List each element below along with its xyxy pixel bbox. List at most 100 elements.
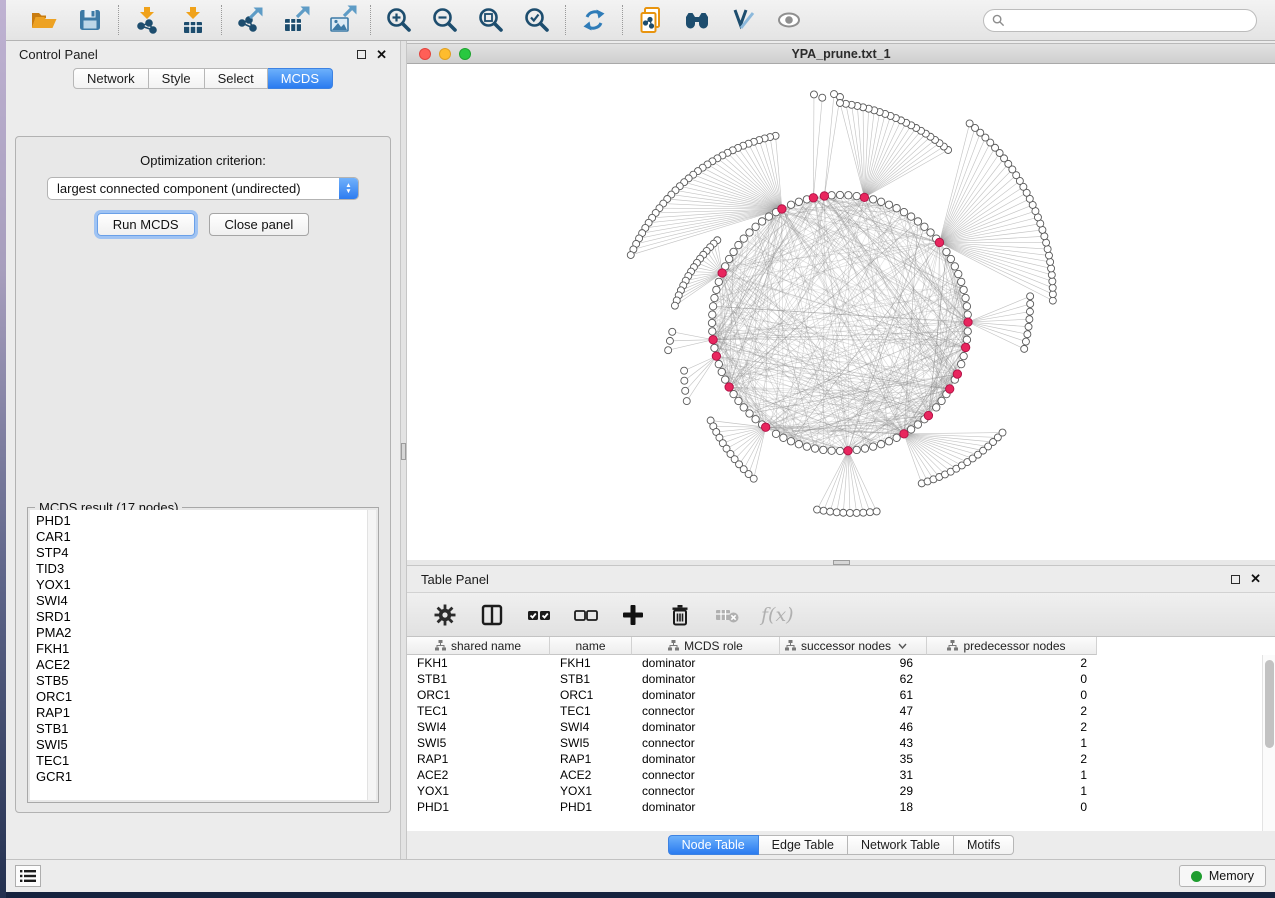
graph-node[interactable] bbox=[964, 311, 971, 318]
graph-node[interactable] bbox=[900, 430, 908, 438]
graph-node[interactable] bbox=[958, 278, 965, 285]
cell-successor-nodes[interactable]: 29 bbox=[780, 783, 927, 799]
graph-node[interactable] bbox=[828, 447, 835, 454]
graph-node[interactable] bbox=[953, 370, 961, 378]
graph-node[interactable] bbox=[666, 337, 673, 344]
cell-name[interactable]: TEC1 bbox=[550, 703, 632, 719]
close-panel-button[interactable]: Close panel bbox=[209, 213, 310, 236]
graph-node[interactable] bbox=[914, 421, 921, 428]
column-header-shared-name[interactable]: shared name bbox=[407, 637, 550, 655]
table-row[interactable]: YOX1YOX1connector291 bbox=[407, 783, 1275, 799]
graph-node[interactable] bbox=[718, 368, 725, 375]
splitter-handle[interactable] bbox=[401, 443, 406, 460]
cell-mcds-role[interactable]: dominator bbox=[632, 751, 780, 767]
mcds-result-item[interactable]: SWI5 bbox=[36, 737, 376, 753]
graph-node[interactable] bbox=[827, 508, 834, 515]
cell-shared-name[interactable]: STB1 bbox=[407, 671, 550, 687]
graph-node[interactable] bbox=[840, 509, 847, 516]
network-from-selection-icon[interactable] bbox=[636, 5, 666, 35]
graph-node[interactable] bbox=[873, 508, 880, 515]
graph-node[interactable] bbox=[730, 248, 737, 255]
tab-network[interactable]: Network bbox=[73, 68, 149, 89]
graphics-details-icon[interactable] bbox=[728, 5, 758, 35]
graph-node[interactable] bbox=[951, 263, 958, 270]
graph-node[interactable] bbox=[709, 336, 717, 344]
graph-node[interactable] bbox=[963, 303, 970, 310]
mcds-result-item[interactable]: STB1 bbox=[36, 721, 376, 737]
cell-name[interactable]: ORC1 bbox=[550, 687, 632, 703]
graph-node[interactable] bbox=[715, 360, 722, 367]
table-row[interactable]: RAP1RAP1dominator352 bbox=[407, 751, 1275, 767]
graph-node[interactable] bbox=[914, 218, 921, 225]
graph-node[interactable] bbox=[927, 229, 934, 236]
graph-node[interactable] bbox=[846, 509, 853, 516]
mcds-result-item[interactable]: STP4 bbox=[36, 545, 376, 561]
mcds-result-item[interactable]: FKH1 bbox=[36, 641, 376, 657]
search-input[interactable] bbox=[983, 9, 1257, 32]
graph-node[interactable] bbox=[924, 411, 932, 419]
graph-node[interactable] bbox=[712, 352, 720, 360]
graph-node[interactable] bbox=[750, 475, 757, 482]
hide-edges-eye-icon[interactable] bbox=[774, 5, 804, 35]
zoom-out-icon[interactable] bbox=[430, 5, 460, 35]
graph-node[interactable] bbox=[946, 385, 954, 393]
run-mcds-button[interactable]: Run MCDS bbox=[97, 213, 195, 236]
graph-node[interactable] bbox=[860, 509, 867, 516]
mcds-result-item[interactable]: CAR1 bbox=[36, 529, 376, 545]
graph-node[interactable] bbox=[836, 191, 843, 198]
graph-node[interactable] bbox=[795, 441, 802, 448]
graph-node[interactable] bbox=[709, 328, 716, 335]
graph-node[interactable] bbox=[772, 430, 779, 437]
delete-column-trash-icon[interactable] bbox=[667, 602, 693, 628]
graph-node[interactable] bbox=[964, 328, 971, 335]
graph-node[interactable] bbox=[837, 100, 844, 107]
splitter-handle[interactable] bbox=[833, 560, 850, 565]
graph-node[interactable] bbox=[1049, 297, 1056, 304]
graph-node[interactable] bbox=[708, 319, 715, 326]
graph-node[interactable] bbox=[866, 509, 873, 516]
graph-node[interactable] bbox=[1045, 252, 1052, 259]
find-neighbors-icon[interactable] bbox=[682, 5, 712, 35]
cell-predecessor-nodes[interactable]: 1 bbox=[927, 735, 1097, 751]
cell-predecessor-nodes[interactable]: 0 bbox=[927, 671, 1097, 687]
cell-successor-nodes[interactable]: 35 bbox=[780, 751, 927, 767]
graph-node[interactable] bbox=[900, 208, 907, 215]
table-row[interactable]: SWI4SWI4dominator462 bbox=[407, 719, 1275, 735]
network-graph[interactable] bbox=[407, 64, 1275, 560]
graph-node[interactable] bbox=[964, 318, 972, 326]
graph-node[interactable] bbox=[1027, 293, 1034, 300]
graph-node[interactable] bbox=[831, 91, 838, 98]
cell-name[interactable]: FKH1 bbox=[550, 655, 632, 671]
refresh-layout-icon[interactable] bbox=[579, 5, 609, 35]
select-all-icon[interactable] bbox=[526, 602, 552, 628]
cell-predecessor-nodes[interactable]: 2 bbox=[927, 655, 1097, 671]
graph-node[interactable] bbox=[860, 193, 868, 201]
cell-shared-name[interactable]: PHD1 bbox=[407, 799, 550, 815]
tab-edge-table[interactable]: Edge Table bbox=[759, 835, 848, 855]
cell-predecessor-nodes[interactable]: 2 bbox=[927, 719, 1097, 735]
graph-node[interactable] bbox=[877, 441, 884, 448]
graph-node[interactable] bbox=[1049, 278, 1056, 285]
graph-node[interactable] bbox=[1027, 300, 1034, 307]
graph-node[interactable] bbox=[935, 238, 943, 246]
graph-node[interactable] bbox=[819, 94, 826, 101]
graph-node[interactable] bbox=[709, 311, 716, 318]
close-panel-icon[interactable]: ✕ bbox=[1250, 574, 1261, 584]
table-row[interactable]: FKH1FKH1dominator962 bbox=[407, 655, 1275, 671]
graph-node[interactable] bbox=[966, 120, 973, 127]
graph-node[interactable] bbox=[809, 194, 817, 202]
cell-shared-name[interactable]: ORC1 bbox=[407, 687, 550, 703]
import-table-icon[interactable] bbox=[178, 5, 208, 35]
graph-node[interactable] bbox=[833, 509, 840, 516]
graph-node[interactable] bbox=[961, 343, 969, 351]
cell-mcds-role[interactable]: connector bbox=[632, 767, 780, 783]
graph-node[interactable] bbox=[725, 255, 732, 262]
graph-node[interactable] bbox=[820, 192, 828, 200]
search-field[interactable] bbox=[1010, 13, 1248, 27]
graph-node[interactable] bbox=[958, 360, 965, 367]
graph-node[interactable] bbox=[1048, 271, 1055, 278]
tab-motifs[interactable]: Motifs bbox=[954, 835, 1014, 855]
graph-node[interactable] bbox=[715, 278, 722, 285]
deselect-all-icon[interactable] bbox=[573, 602, 599, 628]
cell-name[interactable]: YOX1 bbox=[550, 783, 632, 799]
